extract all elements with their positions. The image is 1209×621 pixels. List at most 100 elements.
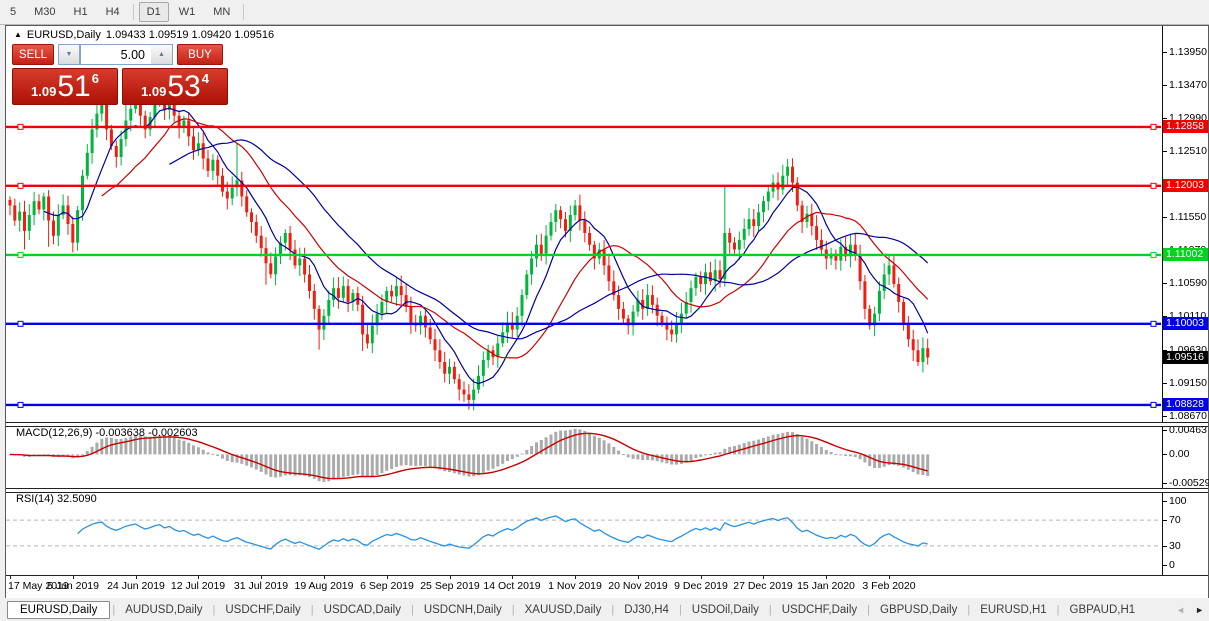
timeframe-button-w1[interactable]: W1: [171, 2, 204, 22]
timeframe-button-mn[interactable]: MN: [205, 2, 238, 22]
volume-increase-button[interactable]: ▲: [151, 44, 173, 65]
one-click-trading-widget: SELL ▼ ▲ BUY 1.09 51 6 1.09 53 4: [12, 44, 233, 105]
date-axis-label: 15 Jan 2020: [797, 580, 855, 592]
level-price-label: 1.10003: [1163, 317, 1208, 330]
date-axis-label: 12 Jul 2019: [170, 580, 226, 592]
price-axis-tick: 0.00: [1163, 448, 1189, 460]
level-price-label: 1.12003: [1163, 179, 1208, 192]
price-axis-tick: 100: [1163, 495, 1187, 507]
date-axis-tick: [701, 576, 702, 579]
date-axis-label: 31 Jul 2019: [233, 580, 289, 592]
price-axis-tick: 1.13470: [1163, 79, 1207, 91]
date-axis-tick: [10, 576, 11, 579]
sell-price-sup: 6: [91, 71, 99, 86]
chart-tab-eurusd-h1[interactable]: EURUSD,H1: [970, 601, 1056, 619]
chart-tab-usdoil-daily[interactable]: USDOil,Daily: [682, 601, 769, 619]
price-axis-tick: 30: [1163, 540, 1181, 552]
chart-tab-usdchf-daily[interactable]: USDCHF,Daily: [772, 601, 867, 619]
sell-price-main: 51: [57, 69, 91, 103]
timeframe-toolbar: 5 M30 H1 H4 D1 W1 MN: [0, 0, 1209, 25]
chart-tab-usdcad-daily[interactable]: USDCAD,Daily: [314, 601, 411, 619]
date-axis-label: 9 Dec 2019: [674, 580, 728, 592]
sell-price-display[interactable]: 1.09 51 6: [12, 68, 118, 105]
tabs-scroll-left-button[interactable]: ◄: [1176, 605, 1185, 615]
chart-tab-usdchf-daily[interactable]: USDCHF,Daily: [215, 601, 310, 619]
timeframe-button-5[interactable]: 5: [2, 2, 24, 22]
chart-window: ▲ EURUSD,Daily 1.09433 1.09519 1.09420 1…: [5, 25, 1209, 600]
chart-tab-gbpaud-h1[interactable]: GBPAUD,H1: [1060, 601, 1146, 619]
chart-tabs: EURUSD,Daily | AUDUSD,Daily | USDCHF,Daily | U…: [0, 598, 1145, 621]
timeframe-button-m30[interactable]: M30: [26, 2, 63, 22]
chart-tab-eurusd-daily[interactable]: EURUSD,Daily: [7, 600, 111, 619]
buy-price-main: 53: [167, 69, 201, 103]
date-axis[interactable]: 17 May 2019 5 Jun 2019 24 Jun 2019 12 Jul 2…: [6, 575, 1208, 598]
panel-splitter[interactable]: [6, 488, 1208, 493]
date-axis-label: 1 Nov 2019: [548, 580, 602, 592]
level-price-label: 1.12858: [1163, 120, 1208, 133]
date-axis-tick: [512, 576, 513, 579]
price-axis-tick: 1.12510: [1163, 145, 1207, 157]
price-axis-tick: 1.08670: [1163, 410, 1207, 422]
chart-tab-usdcnh-daily[interactable]: USDCNH,Daily: [414, 601, 512, 619]
level-price-label: 1.08828: [1163, 398, 1208, 411]
macd-indicator-label: MACD(12,26,9) -0.003638 -0.002603: [16, 427, 198, 439]
rsi-panel-canvas[interactable]: [6, 491, 1161, 575]
volume-input[interactable]: [80, 44, 151, 65]
volume-decrease-button[interactable]: ▼: [58, 44, 80, 65]
buy-price-sup: 4: [201, 71, 209, 86]
price-axis-tick: 0: [1163, 559, 1175, 571]
date-axis-label: 14 Oct 2019: [483, 580, 541, 592]
date-axis-label: 20 Nov 2019: [608, 580, 668, 592]
date-axis-label: 6 Sep 2019: [360, 580, 414, 592]
buy-price-display[interactable]: 1.09 53 4: [122, 68, 228, 105]
date-axis-label: 5 Jun 2019: [47, 580, 99, 592]
chart-tab-dj30-h4[interactable]: DJ30,H4: [614, 601, 679, 619]
collapse-arrow-icon[interactable]: ▲: [14, 30, 22, 40]
chart-tab-audusd-daily[interactable]: AUDUSD,Daily: [115, 601, 212, 619]
toolbar-separator: [132, 4, 134, 20]
date-axis-tick: [638, 576, 639, 579]
chart-ohlc-values: 1.09433 1.09519 1.09420 1.09516: [105, 29, 275, 41]
date-axis-tick: [198, 576, 199, 579]
date-axis-tick: [826, 576, 827, 579]
date-axis-tick: [136, 576, 137, 579]
date-axis-tick: [387, 576, 388, 579]
chart-tabs-bar: EURUSD,Daily | AUDUSD,Daily | USDCHF,Daily | U…: [0, 598, 1209, 621]
buy-button[interactable]: BUY: [177, 44, 223, 65]
sell-price-prefix: 1.09: [31, 84, 57, 99]
price-axis-tick: 1.13950: [1163, 46, 1207, 58]
sell-button[interactable]: SELL: [12, 44, 54, 65]
date-axis-tick: [450, 576, 451, 579]
arrow-up-icon: ▲: [158, 51, 165, 58]
date-axis-label: 24 Jun 2019: [107, 580, 165, 592]
buy-price-prefix: 1.09: [141, 84, 167, 99]
timeframe-button-h4[interactable]: H4: [98, 2, 128, 22]
date-axis-label: 25 Sep 2019: [420, 580, 480, 592]
arrow-down-icon: ▼: [65, 51, 73, 58]
date-axis-tick: [575, 576, 576, 579]
date-axis-tick: [889, 576, 890, 579]
chart-symbol-label: EURUSD,Daily: [26, 29, 101, 41]
price-axis-tick: 70: [1163, 514, 1181, 526]
tab-scroll-arrows: ◄ ►: [1176, 605, 1204, 615]
price-axis-tick: 1.11550: [1163, 211, 1206, 223]
date-axis-tick: [73, 576, 74, 579]
tabs-scroll-right-button[interactable]: ►: [1195, 605, 1204, 615]
rsi-indicator-label: RSI(14) 32.5090: [16, 493, 97, 505]
date-axis-tick: [324, 576, 325, 579]
timeframe-button-d1[interactable]: D1: [138, 2, 169, 22]
price-axis-tick: 1.10590: [1163, 277, 1207, 289]
date-axis-label: 3 Feb 2020: [862, 580, 916, 592]
date-axis-tick: [763, 576, 764, 579]
chart-tab-gbpusd-daily[interactable]: GBPUSD,Daily: [870, 601, 967, 619]
timeframe-button-h1[interactable]: H1: [66, 2, 96, 22]
chart-title: ▲ EURUSD,Daily 1.09433 1.09519 1.09420 1…: [14, 29, 274, 41]
date-axis-label: 19 Aug 2019: [294, 580, 354, 592]
level-price-label: 1.11002: [1163, 248, 1208, 261]
date-axis-tick: [261, 576, 262, 579]
date-axis-label: 27 Dec 2019: [733, 580, 793, 592]
price-axis-tick: 1.09150: [1163, 377, 1207, 389]
toolbar-separator: [243, 4, 245, 20]
chart-tab-xauusd-daily[interactable]: XAUUSD,Daily: [515, 601, 612, 619]
mt4-window: 5 M30 H1 H4 D1 W1 MN ▲ EURUSD,Daily 1.09433 1.…: [0, 0, 1209, 621]
